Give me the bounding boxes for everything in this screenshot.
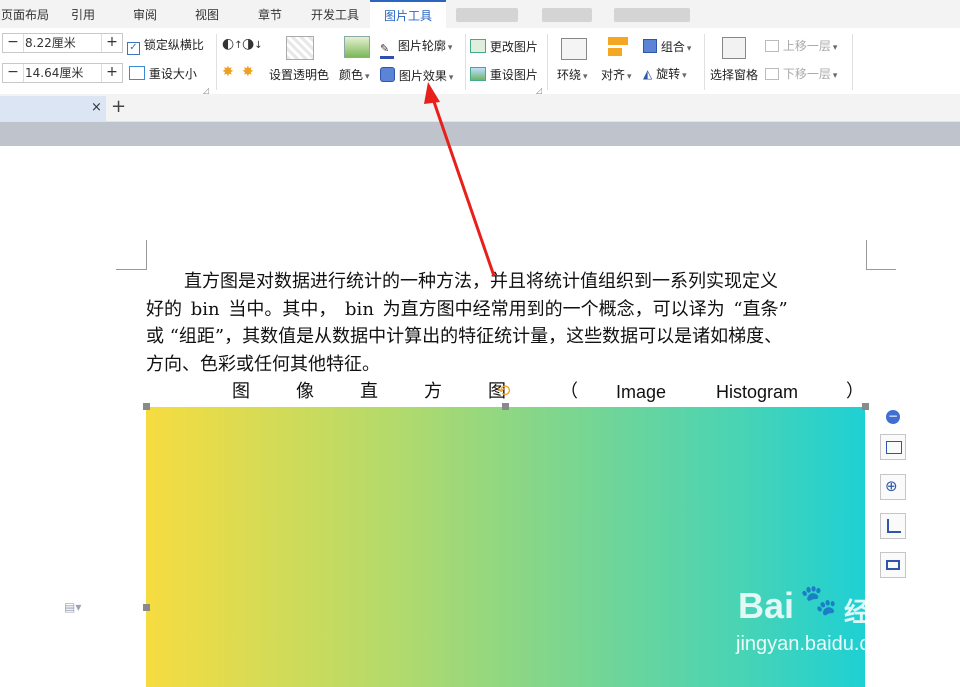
paw-icon: 🐾 — [800, 583, 838, 618]
arrow-head — [424, 82, 440, 104]
arrow-shaft — [430, 95, 496, 277]
watermark-url: jingyan.baidu.com — [736, 633, 898, 655]
watermark-brand-cn: 经验 — [844, 598, 897, 628]
annotation-arrow — [424, 82, 496, 277]
watermark-brand: Bai — [738, 585, 795, 626]
